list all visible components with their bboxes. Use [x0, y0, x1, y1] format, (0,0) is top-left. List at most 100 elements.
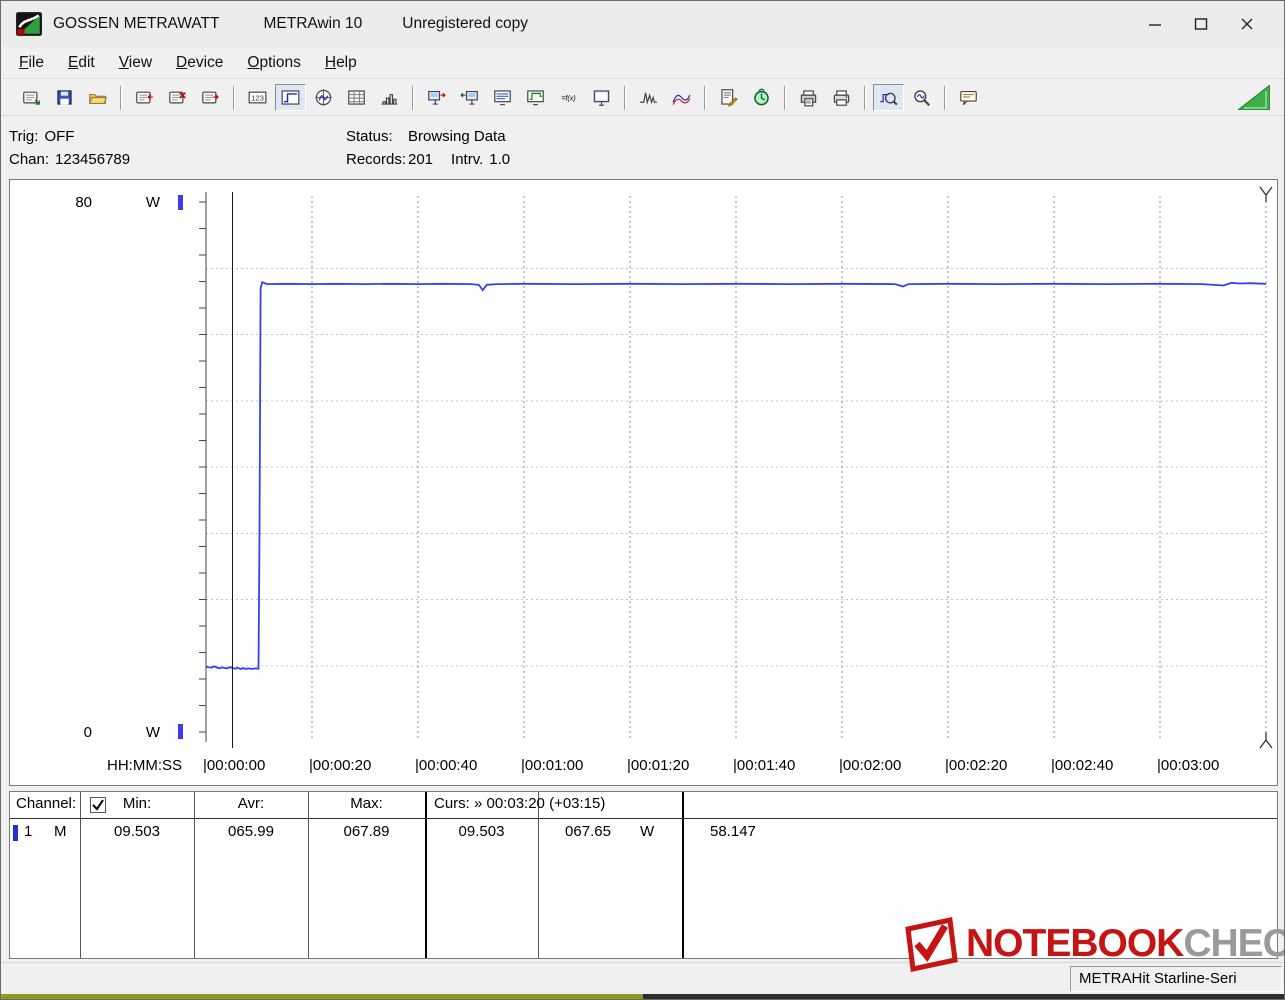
avr-value-cell: 065.99 — [228, 823, 274, 840]
chan-value: 123456789 — [55, 151, 131, 168]
column-divider — [80, 792, 81, 958]
folder-open-button[interactable] — [82, 84, 113, 111]
menu-item-view[interactable]: View — [107, 49, 164, 77]
print-preview-button[interactable] — [793, 84, 824, 111]
zoom-lens-button[interactable] — [906, 84, 937, 111]
toolbar-separator — [412, 85, 414, 110]
card-delete-button[interactable] — [162, 84, 193, 111]
chart-canvas[interactable]: 80 W 0 W HH:MM:SS |00:00:00 |00:00:20 |00:00:40… — [10, 180, 1277, 785]
card-download-button[interactable] — [195, 84, 226, 111]
print-preview-icon — [800, 90, 817, 107]
y-max-label: 80 — [75, 194, 92, 211]
menu-item-options[interactable]: Options — [235, 49, 312, 77]
desktop-strip — [1, 994, 1284, 999]
table-header-divider — [10, 818, 1277, 819]
events-view-button[interactable] — [713, 84, 744, 111]
window-title-product: METRAwin 10 — [263, 15, 363, 32]
menu-item-edit[interactable]: Edit — [56, 49, 107, 77]
histogram-view-icon — [381, 93, 398, 105]
interval-value: 1.0 — [489, 151, 511, 168]
scope-xy-button[interactable] — [308, 84, 339, 111]
cursor-2-bottom-handle[interactable] — [1259, 732, 1273, 749]
channel-mode-cell: M — [54, 823, 67, 840]
histogram-view-button[interactable] — [374, 84, 405, 111]
x-tick-label: |00:01:20 — [627, 757, 689, 774]
wave-single-button[interactable] — [633, 84, 664, 111]
table-view-icon — [348, 90, 365, 105]
device-screen-button[interactable] — [586, 84, 617, 111]
menu-item-file[interactable]: File — [7, 49, 56, 77]
window-title-app: GOSSEN METRAWATT — [53, 15, 220, 32]
y-unit-top-label: W — [146, 194, 161, 211]
maximize-icon — [1194, 18, 1208, 30]
minimize-button[interactable] — [1132, 7, 1178, 41]
status-panel: Trig: OFF Chan: 123456789 Status: Browsing … — [1, 119, 1284, 175]
save-file-button[interactable] — [49, 84, 80, 111]
toolbar-separator — [120, 85, 122, 110]
cursor2-value-cell: 067.65 — [565, 823, 611, 840]
channel-range-marker-icon — [178, 724, 183, 739]
cursor-section-divider — [425, 792, 427, 958]
zoom-curve-button[interactable] — [873, 84, 904, 111]
close-icon — [1241, 18, 1253, 30]
cursor-section-divider — [682, 792, 684, 958]
trigger-channel-info: Trig: OFF Chan: 123456789 — [9, 125, 130, 171]
device-list-button[interactable] — [487, 84, 518, 111]
device-read-button[interactable] — [454, 84, 485, 111]
chan-label: Chan: — [9, 151, 50, 168]
close-button[interactable] — [1224, 7, 1270, 41]
max-header: Max: — [350, 795, 383, 812]
folder-open-icon — [88, 93, 107, 105]
record-status-info: Status: Browsing Data Records: 201 Intrv. 1.… — [346, 125, 510, 171]
timer-button[interactable] — [746, 84, 777, 111]
device-screen-icon — [593, 90, 610, 106]
card-upload-button[interactable] — [129, 84, 160, 111]
device-monitor-button[interactable] — [520, 84, 551, 111]
interval-label: Intrv. — [451, 151, 484, 168]
trend-view-button[interactable] — [275, 84, 306, 111]
records-label: Records: — [346, 151, 407, 168]
formula-icon: =f(x) — [561, 94, 575, 102]
series-line-channel-1[interactable] — [205, 280, 1267, 670]
formula-button[interactable]: =f(x) — [553, 84, 584, 111]
svg-text:=f(x): =f(x) — [561, 94, 575, 102]
maximize-button[interactable] — [1178, 7, 1224, 41]
app-logo-icon — [15, 10, 43, 38]
toolbar-separator — [233, 85, 235, 110]
delta-value-cell: 58.147 — [710, 823, 756, 840]
trig-label: Trig: — [9, 128, 39, 145]
menubar: File Edit View Device Options Help — [1, 47, 1284, 79]
scope-xy-icon — [315, 89, 332, 106]
status-value: Browsing Data — [408, 128, 506, 145]
zoom-curve-icon — [880, 92, 898, 106]
print-button[interactable] — [826, 84, 857, 111]
x-tick-label: |00:03:00 — [1157, 757, 1219, 774]
toolbar-separator — [864, 85, 866, 110]
x-tick-label: |00:02:00 — [839, 757, 901, 774]
card-upload-icon — [136, 91, 153, 104]
trend-view-icon — [281, 90, 300, 105]
card-delete-icon — [169, 91, 186, 104]
table-view-button[interactable] — [341, 84, 372, 111]
open-file-button[interactable] — [16, 84, 47, 111]
x-tick-label: |00:01:00 — [521, 757, 583, 774]
window-controls — [1132, 1, 1274, 47]
timer-icon — [754, 88, 769, 106]
cursor-2-top-handle[interactable] — [1259, 186, 1273, 202]
wave-envelope-icon — [672, 94, 691, 105]
toolbar: 123 =f(x) — [1, 80, 1284, 116]
menu-item-device[interactable]: Device — [164, 49, 235, 77]
window-title-status: Unregistered copy — [402, 15, 529, 32]
y-unit-bottom-label: W — [146, 724, 161, 741]
titlebar: GOSSEN METRAWATT METRAwin 10 Unregistere… — [1, 1, 1284, 47]
notebookcheck-logo-icon — [905, 916, 958, 973]
wave-envelope-button[interactable] — [666, 84, 697, 111]
display-digital-button[interactable]: 123 — [242, 84, 273, 111]
annotation-button[interactable] — [953, 84, 984, 111]
min-header: Min: — [122, 795, 152, 812]
menu-item-help[interactable]: Help — [313, 49, 369, 77]
y-min-label: 0 — [84, 724, 92, 741]
x-tick-label: |00:00:00 — [203, 757, 265, 774]
device-setup-button[interactable] — [421, 84, 452, 111]
device-monitor-icon — [527, 90, 544, 106]
